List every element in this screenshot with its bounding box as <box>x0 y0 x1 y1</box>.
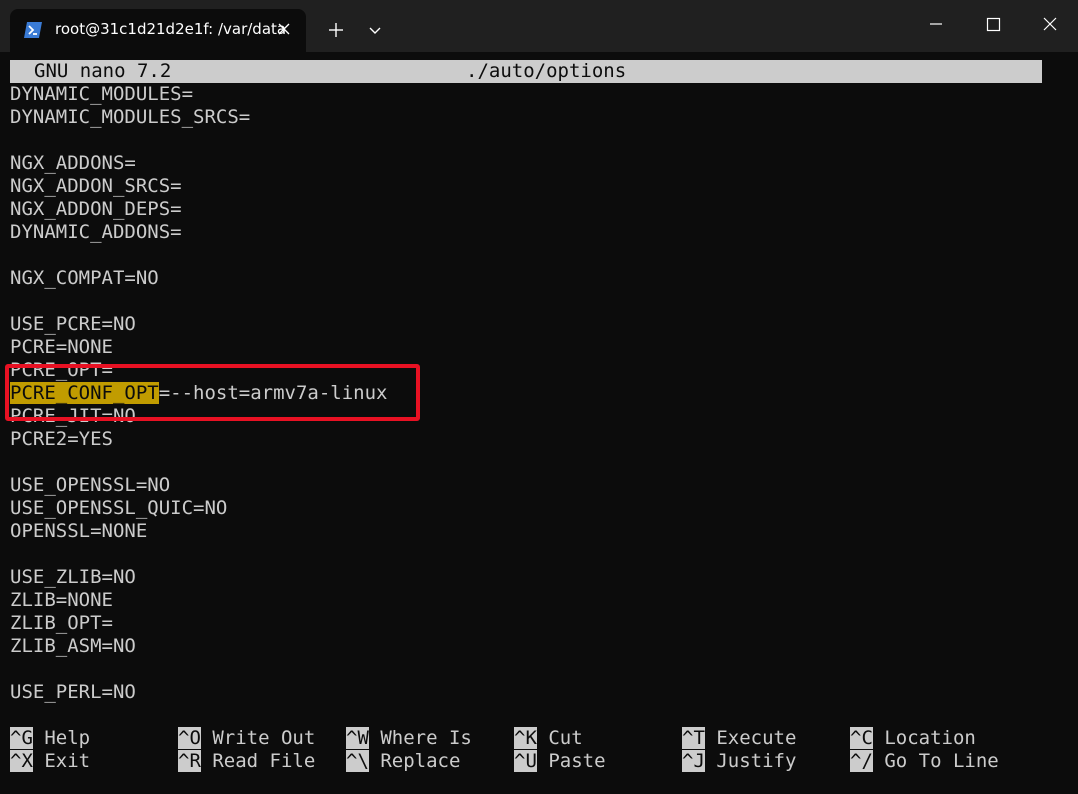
file-line: NGX_ADDON_SRCS= <box>10 175 182 197</box>
shortcut-go-to-line[interactable]: ^/ Go To Line <box>850 750 999 773</box>
nano-version: GNU nano 7.2 <box>34 60 172 82</box>
shortcut-exit[interactable]: ^X Exit <box>10 750 90 773</box>
shortcut-justify[interactable]: ^J Justify <box>682 750 796 773</box>
file-line: DYNAMIC_ADDONS= <box>10 221 182 243</box>
file-line: USE_OPENSSL_QUIC=NO <box>10 497 228 519</box>
shortcut-cut[interactable]: ^K Cut <box>514 727 583 750</box>
shortcut-write-out[interactable]: ^O Write Out <box>178 727 315 750</box>
terminal-area[interactable]: GNU nano 7.2 ./auto/options DYNAMIC_MODU… <box>0 52 1078 794</box>
file-line: NGX_ADDONS= <box>10 152 136 174</box>
file-line: PCRE=NONE <box>10 336 113 358</box>
file-line: ZLIB=NONE <box>10 589 113 611</box>
powershell-icon <box>24 22 42 38</box>
file-line: NGX_ADDON_DEPS= <box>10 198 182 220</box>
annotation-highlight-box <box>5 364 420 421</box>
shortcut-replace[interactable]: ^\ Replace <box>346 750 460 773</box>
terminal-tab[interactable]: root@31c1d21d2e1f: /var/data <box>10 9 306 52</box>
file-line: ZLIB_ASM=NO <box>10 635 136 657</box>
close-tab-icon[interactable] <box>276 21 292 37</box>
file-line: USE_ZLIB=NO <box>10 566 136 588</box>
file-line: DYNAMIC_MODULES= <box>10 83 194 105</box>
close-window-icon[interactable] <box>1030 8 1070 40</box>
maximize-icon[interactable] <box>973 8 1013 40</box>
file-line: USE_PCRE=NO <box>10 313 136 335</box>
file-line: OPENSSL=NONE <box>10 520 148 542</box>
nano-header-bar: GNU nano 7.2 ./auto/options <box>10 60 1042 83</box>
shortcut-where-is[interactable]: ^W Where Is <box>346 727 472 750</box>
chevron-down-icon[interactable] <box>363 18 387 42</box>
shortcut-paste[interactable]: ^U Paste <box>514 750 606 773</box>
file-line: DYNAMIC_MODULES_SRCS= <box>10 106 251 128</box>
file-line: USE_OPENSSL=NO <box>10 474 171 496</box>
file-line: PCRE2=YES <box>10 428 113 450</box>
file-line: ZLIB_OPT= <box>10 612 113 634</box>
new-tab-icon[interactable] <box>322 16 350 44</box>
minimize-icon[interactable] <box>916 8 956 40</box>
shortcut-help[interactable]: ^G Help <box>10 727 90 750</box>
file-line: NGX_COMPAT=NO <box>10 267 159 289</box>
title-bar: root@31c1d21d2e1f: /var/data <box>0 0 1078 52</box>
shortcut-execute[interactable]: ^T Execute <box>682 727 796 750</box>
tab-title: root@31c1d21d2e1f: /var/data <box>55 20 287 38</box>
file-line: USE_PERL=NO <box>10 681 136 703</box>
file-name: ./auto/options <box>466 60 627 82</box>
shortcut-read-file[interactable]: ^R Read File <box>178 750 315 773</box>
shortcut-location[interactable]: ^C Location <box>850 727 976 750</box>
